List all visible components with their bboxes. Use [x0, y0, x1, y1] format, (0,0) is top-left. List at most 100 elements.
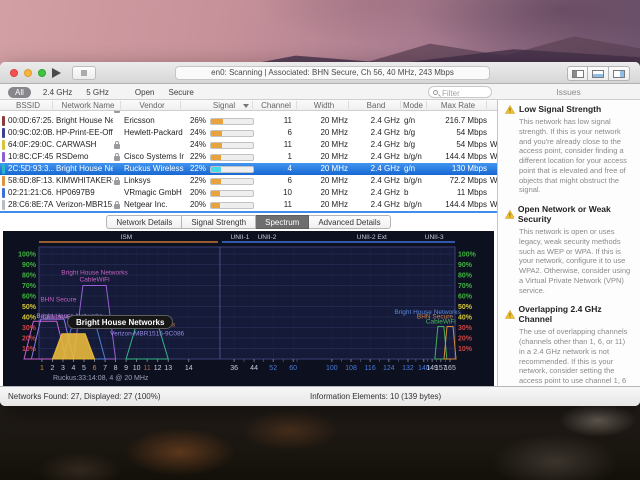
issue-body: The use of overlapping channels (channel…	[519, 327, 632, 386]
cell-name: Verizon-MBR1515-9...	[56, 199, 113, 211]
cell-signal: 26%	[184, 115, 206, 127]
tab-network-details[interactable]: Network Details	[106, 215, 182, 229]
signal-bar-fill	[211, 167, 221, 172]
warning-icon: !	[505, 210, 514, 219]
column-header-signal[interactable]: Signal	[213, 101, 235, 110]
tab-advanced-details[interactable]: Advanced Details	[309, 215, 390, 229]
svg-text:165: 165	[444, 365, 456, 372]
cell-vendor	[124, 139, 184, 151]
lock-icon	[114, 204, 120, 209]
column-separator	[348, 101, 349, 109]
cell-name: CARWASH	[56, 139, 113, 151]
cell-vendor: Cisco Systems Inc.	[124, 151, 184, 163]
column-header-band[interactable]: Band	[367, 101, 386, 110]
svg-text:80%: 80%	[458, 273, 473, 280]
start-scan-button[interactable]	[52, 67, 66, 79]
svg-text:5: 5	[82, 365, 86, 372]
column-header-bssid[interactable]: BSSID	[16, 101, 40, 110]
issue-title: !Open Network or Weak Security	[505, 204, 632, 224]
svg-text:8: 8	[114, 365, 118, 372]
lock-icon	[114, 144, 120, 149]
table-row[interactable]: 10:8C:CF:45...RSDemoCisco Systems Inc.22…	[0, 151, 497, 163]
cell-width: 20 MHz	[298, 115, 348, 127]
svg-text:90%: 90%	[458, 262, 473, 269]
svg-text:108: 108	[345, 365, 357, 372]
right-panel-icon	[613, 70, 625, 78]
cell-band: 2.4 GHz	[350, 199, 400, 211]
cell-mode: g/n	[404, 115, 430, 127]
cell-channel: 10	[256, 187, 292, 199]
signal-bar-fill	[211, 203, 220, 208]
svg-text:80%: 80%	[22, 273, 37, 280]
column-separator	[120, 101, 121, 109]
svg-text:9: 9	[124, 365, 128, 372]
column-header-width[interactable]: Width	[314, 101, 334, 110]
scope-button-2-4-ghz[interactable]: 2.4 GHz	[41, 87, 74, 98]
close-button[interactable]	[10, 69, 18, 77]
cell-name: KIMWHITAKER-PC	[56, 175, 113, 187]
cell-mode: b/g/n	[404, 175, 430, 187]
signal-bar-track	[210, 118, 254, 125]
scope-button-secure[interactable]: Secure	[166, 87, 195, 98]
table-row[interactable]: 00:0D:67:25..Bright House NetworksEricss…	[0, 115, 497, 127]
svg-text:1: 1	[40, 365, 44, 372]
svg-text:14: 14	[185, 365, 193, 372]
wallpaper-sky	[0, 0, 640, 70]
table-row[interactable]: 64:0F:29:0C..CARWASH24%1120 MHz2.4 GHzb/…	[0, 139, 497, 151]
svg-text:UNII-1: UNII-1	[231, 234, 250, 241]
svg-text:100: 100	[326, 365, 338, 372]
wallpaper-rocks	[0, 400, 640, 480]
table-row[interactable]: 28:C6:8E:7A...Verizon-MBR1515-9...Netgea…	[0, 199, 497, 211]
toggle-right-panel-button[interactable]	[609, 66, 630, 81]
svg-text:30%: 30%	[22, 325, 37, 332]
cell-channel: 4	[256, 163, 292, 175]
table-row[interactable]: 02:21:21:C6...HP0697B9VRmagic GmbH20%102…	[0, 187, 497, 199]
signal-bar-track	[210, 190, 254, 197]
minimize-button[interactable]	[24, 69, 32, 77]
channel-color-bar	[2, 140, 5, 150]
column-header-vendor[interactable]: Vendor	[139, 101, 164, 110]
svg-text:Verizon-MBR1515-9C086: Verizon-MBR1515-9C086	[110, 331, 184, 338]
stop-icon	[81, 70, 87, 76]
filter-search-field[interactable]: Filter	[428, 86, 492, 98]
cell-max-rate: 216.7 Mbps	[428, 115, 487, 127]
cell-mode: b	[404, 187, 430, 199]
titlebar: en0: Scanning | Associated: BHN Secure, …	[0, 62, 640, 84]
cell-bssid: 02:21:21:C6...	[8, 187, 54, 199]
table-row[interactable]: 2C:5D:93:3...Bright House NetworksRuckus…	[0, 163, 497, 175]
toggle-bottom-panel-button[interactable]	[588, 66, 609, 81]
channel-color-bar	[2, 176, 5, 186]
spectrum-chart[interactable]: ISMUNII-1UNII-2UNII-2 ExtUNII-3100%100%9…	[3, 231, 494, 386]
cell-bssid: 00:9C:02:0B..	[8, 127, 54, 139]
scan-status: en0: Scanning | Associated: BHN Secure, …	[175, 66, 490, 80]
cell-channel: 6	[256, 127, 292, 139]
column-header-max-rate[interactable]: Max Rate	[441, 101, 475, 110]
spectrum-plot[interactable]: ISMUNII-1UNII-2UNII-2 ExtUNII-3100%100%9…	[3, 231, 494, 386]
zoom-button[interactable]	[38, 69, 46, 77]
issues-panel-title: Issues	[497, 87, 640, 97]
svg-text:10: 10	[133, 365, 141, 372]
channel-color-bar	[2, 188, 5, 198]
tab-signal-strength[interactable]: Signal Strength	[182, 215, 256, 229]
cell-vendor: Hewlett-Packard Co...	[124, 127, 184, 139]
tab-spectrum[interactable]: Spectrum	[256, 215, 309, 229]
scope-button-open[interactable]: Open	[133, 87, 157, 98]
toggle-left-panel-button[interactable]	[567, 66, 588, 81]
scope-buttons: All 2.4 GHz 5 GHz Open Secure	[8, 84, 196, 100]
svg-text:12: 12	[154, 365, 162, 372]
table-row[interactable]: 58:6D:8F:13...KIMWHITAKER-PCLinksys22%62…	[0, 175, 497, 187]
cell-mode: b/g	[404, 127, 430, 139]
cell-signal: 24%	[184, 139, 206, 151]
svg-text:CableWiFi: CableWiFi	[80, 277, 110, 284]
stop-scan-button[interactable]	[72, 66, 96, 80]
cell-max-rate: 11 Mbps	[428, 187, 487, 199]
table-row[interactable]: 00:9C:02:0B..HP-Print-EE-Officejet 6...H…	[0, 127, 497, 139]
scope-button-5-ghz[interactable]: 5 GHz	[84, 87, 111, 98]
table-focus-line	[0, 211, 497, 213]
column-header-mode[interactable]: Mode	[403, 101, 423, 110]
svg-text:7: 7	[103, 365, 107, 372]
column-header-channel[interactable]: Channel	[261, 101, 291, 110]
cell-bssid: 64:0F:29:0C..	[8, 139, 54, 151]
column-header-network-name[interactable]: Network Name	[62, 101, 115, 110]
scope-button-all[interactable]: All	[8, 87, 31, 98]
